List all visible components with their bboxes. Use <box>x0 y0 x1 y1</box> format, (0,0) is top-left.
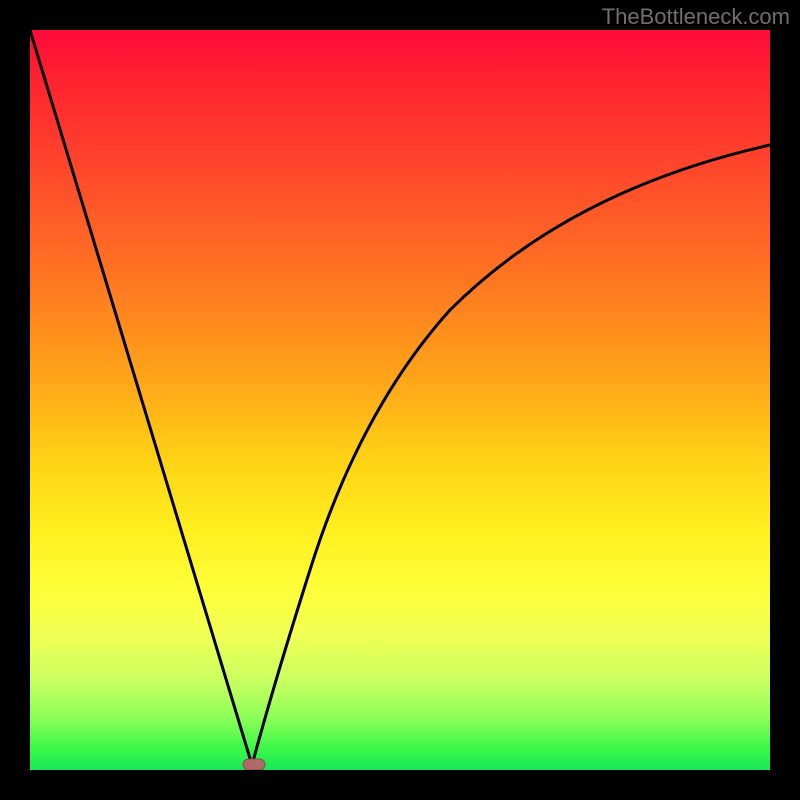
curve-canvas <box>30 30 770 770</box>
curve-right-branch <box>252 145 770 765</box>
chart-frame: TheBottleneck.com <box>0 0 800 800</box>
plot-area <box>30 30 770 770</box>
watermark-text: TheBottleneck.com <box>602 4 790 30</box>
minimum-marker <box>243 759 265 770</box>
curve-left-branch <box>30 30 252 765</box>
